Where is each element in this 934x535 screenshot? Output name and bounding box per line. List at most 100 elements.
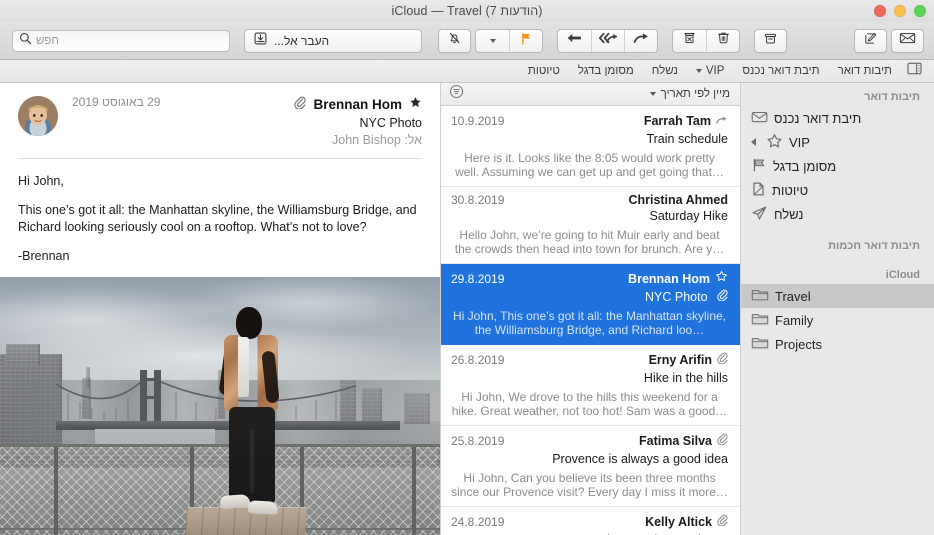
- attached-photo[interactable]: [0, 277, 440, 535]
- sidebar-toggle-icon[interactable]: [907, 62, 922, 80]
- table-row[interactable]: 30.8.2019 Christina Ahmed Saturday Hike …: [441, 187, 740, 264]
- drafts-icon: [751, 181, 766, 200]
- fav-item-vip[interactable]: VIP: [687, 63, 734, 80]
- message-date: 29 באוגוסט 2019: [72, 95, 161, 109]
- message-preview: Hi John, Can you believe its been three …: [451, 471, 728, 500]
- toolbar: חפש העבר אל...: [0, 22, 934, 60]
- reply-button[interactable]: [558, 30, 591, 52]
- flag-icon: [751, 157, 767, 176]
- avatar: [18, 96, 58, 136]
- message-date: 25.8.2019: [451, 434, 505, 449]
- fav-item-sent[interactable]: נשלח: [643, 63, 687, 80]
- paperclip-icon: [717, 288, 728, 306]
- sidebar-item-label: מסומן בדגל: [773, 158, 837, 174]
- sidebar-item-flagged[interactable]: מסומן בדגל: [741, 154, 934, 178]
- inbox-icon: [751, 110, 768, 127]
- sidebar-item-label: Travel: [775, 288, 811, 304]
- folder-icon: [751, 335, 769, 353]
- sidebar-item-family[interactable]: Family: [741, 308, 934, 332]
- archive-button[interactable]: [754, 28, 787, 53]
- sidebar-item-projects[interactable]: Projects: [741, 332, 934, 356]
- message-preview: Hello John, we’re going to hit Muir earl…: [454, 228, 725, 256]
- message-subject: Provence is always a good idea: [552, 452, 728, 467]
- mute-button[interactable]: [438, 28, 471, 53]
- message-sender: Erny Arifin: [648, 353, 712, 368]
- get-mail-button[interactable]: [891, 28, 924, 53]
- sidebar-item-label: נשלח: [774, 206, 804, 222]
- close-button[interactable]: [874, 5, 886, 17]
- sidebar-item-drafts[interactable]: טיוטות: [741, 178, 934, 202]
- forward-button[interactable]: [624, 29, 657, 52]
- fav-label: נשלח: [651, 64, 678, 77]
- folder-icon: [751, 311, 769, 329]
- message-date: 29.8.2019: [451, 272, 505, 286]
- message-meta: Brennan Hom NYC Photo אל: John Bishop: [294, 95, 422, 147]
- window-title: iCloud — Travel (7 הודעות): [391, 4, 543, 18]
- sent-icon: [751, 205, 768, 224]
- paperclip-icon: [717, 351, 728, 369]
- table-row-selected[interactable]: 29.8.2019 Brennan Hom NYC Photo Hi John,…: [441, 264, 740, 346]
- message-header: 29 באוגוסט 2019 Brennan Hom NYC Photo אל…: [0, 83, 440, 147]
- sidebar-item-travel[interactable]: Travel: [741, 284, 934, 308]
- body-paragraph: Hi John,: [18, 174, 64, 188]
- reading-pane: 29 באוגוסט 2019 Brennan Hom NYC Photo אל…: [0, 83, 440, 535]
- message-date: 10.9.2019: [451, 114, 505, 128]
- fav-label: תיבות דואר: [837, 64, 892, 77]
- paperclip-icon[interactable]: [294, 95, 307, 114]
- paperclip-icon: [717, 432, 728, 450]
- message-date-block: 29 באוגוסט 2019: [58, 95, 294, 147]
- flag-menu-button[interactable]: [476, 30, 509, 52]
- forward-icon: [633, 31, 650, 50]
- trash-icon: [716, 30, 731, 51]
- sidebar-item-label: Projects: [775, 336, 822, 352]
- star-filled-icon[interactable]: [409, 96, 422, 114]
- chevron-down-icon: [489, 38, 496, 43]
- fav-item-flagged[interactable]: מסומן בדגל: [569, 63, 643, 80]
- fav-item-inbox[interactable]: תיבת דואר נכנס: [733, 63, 828, 80]
- search-placeholder: חפש: [36, 34, 59, 47]
- search-input[interactable]: חפש: [12, 29, 230, 52]
- table-row[interactable]: 26.8.2019 Erny Arifin Hike in the hills …: [441, 345, 740, 427]
- message-sender: Brennan Hom: [313, 97, 402, 112]
- zoom-button[interactable]: [914, 5, 926, 17]
- sidebar-section-icloud: iCloud: [885, 269, 920, 281]
- sidebar-item-sent[interactable]: נשלח: [741, 202, 934, 226]
- favorites-bar: תיבות דואר תיבת דואר נכנס VIP נשלח מסומן…: [0, 60, 934, 83]
- mail-window: iCloud — Travel (7 הודעות) חפש העבר אל..…: [0, 0, 934, 535]
- bridge-cables: [56, 381, 357, 421]
- junk-button[interactable]: [673, 30, 706, 52]
- message-preview: Hi John, This one’s got it all: the Manh…: [452, 309, 727, 338]
- message-sender: Fatima Silva: [639, 434, 712, 449]
- flag-button[interactable]: [509, 29, 542, 52]
- title-bar: iCloud — Travel (7 הודעות): [0, 0, 934, 22]
- compose-button[interactable]: [854, 28, 887, 53]
- folder-icon: [751, 287, 769, 305]
- move-to-button[interactable]: העבר אל...: [244, 28, 422, 53]
- fav-item-mailboxes[interactable]: תיבות דואר: [829, 63, 901, 80]
- reply-all-button[interactable]: [591, 29, 624, 52]
- message-subject: NYC Photo: [645, 290, 708, 305]
- sidebar-item-label: תיבת דואר נכנס: [774, 110, 862, 126]
- sort-by-button[interactable]: מיין לפי תאריך: [649, 88, 730, 100]
- message-body: Hi John, This one’s got it all: the Manh…: [0, 159, 440, 265]
- sidebar-item-vip[interactable]: VIP: [741, 130, 934, 154]
- table-row[interactable]: 24.8.2019 Kelly Altick The vacation cont…: [441, 507, 740, 535]
- sort-by-label: מיין לפי תאריך: [660, 88, 730, 100]
- table-row[interactable]: 25.8.2019 Fatima Silva Provence is alway…: [441, 426, 740, 508]
- disclosure-triangle-icon[interactable]: [751, 138, 756, 146]
- chevron-down-icon: [695, 69, 702, 73]
- fav-item-drafts[interactable]: טיוטות: [519, 63, 569, 80]
- filter-icon[interactable]: [449, 84, 464, 104]
- person-leg-gap: [250, 429, 254, 493]
- fav-label: VIP: [705, 64, 725, 77]
- delete-button[interactable]: [706, 29, 739, 52]
- fav-label: מסומן בדגל: [577, 64, 634, 77]
- person-figure: [218, 307, 288, 515]
- message-recipient: אל: John Bishop: [294, 133, 422, 147]
- message-subject: Saturday Hike: [649, 209, 728, 223]
- minimize-button[interactable]: [894, 5, 906, 17]
- sidebar-item-inbox[interactable]: תיבת דואר נכנס: [741, 106, 934, 130]
- table-row[interactable]: 10.9.2019 Farrah Tam Train schedule Here…: [441, 106, 740, 187]
- message-list[interactable]: 10.9.2019 Farrah Tam Train schedule Here…: [441, 106, 740, 535]
- fav-label: תיבת דואר נכנס: [742, 64, 820, 77]
